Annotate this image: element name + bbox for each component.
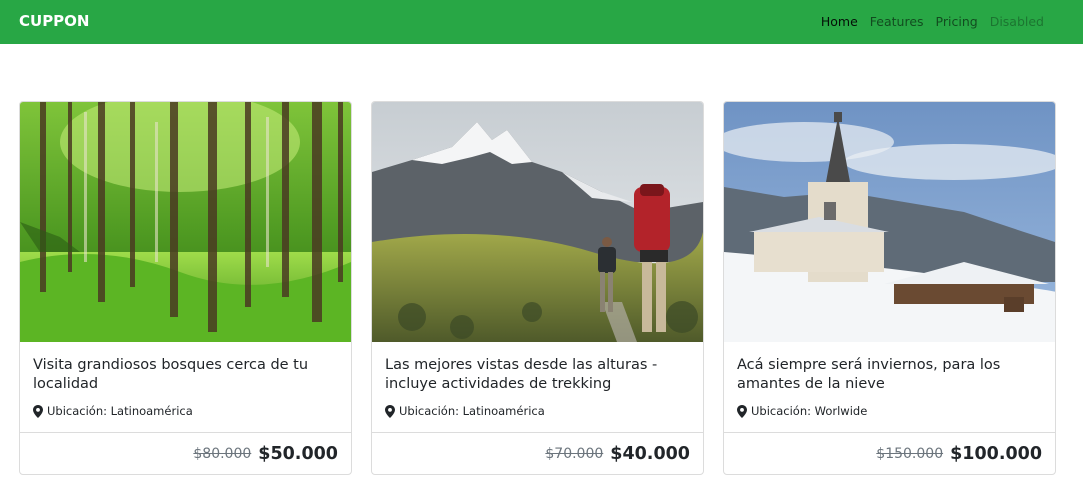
card-footer: $70.000 $40.000: [372, 432, 703, 474]
new-price: $50.000: [258, 443, 338, 464]
nav-link-home[interactable]: Home: [815, 14, 864, 29]
location-row: Ubicación: Worlwide: [737, 404, 1042, 418]
location-text: Ubicación: Latinoamérica: [47, 404, 193, 418]
brand-logo[interactable]: CUPPON: [19, 12, 89, 30]
location-text: Ubicación: Worlwide: [751, 404, 868, 418]
card-title: Las mejores vistas desde las alturas - i…: [385, 357, 658, 392]
location-row: Ubicación: Latinoamérica: [33, 404, 338, 418]
offer-card[interactable]: Las mejores vistas desde las alturas - i…: [371, 101, 704, 475]
mountain-hikers-image: [372, 102, 703, 342]
card-footer: $150.000 $100.000: [724, 432, 1055, 474]
location-row: Ubicación: Latinoamérica: [385, 404, 690, 418]
new-price: $40.000: [610, 443, 690, 464]
offer-card[interactable]: Visita grandiosos bosques cerca de tu lo…: [19, 101, 352, 475]
map-marker-icon: [385, 404, 395, 418]
nav-link-disabled: Disabled: [989, 14, 1044, 29]
nav-link-pricing[interactable]: Pricing: [930, 14, 984, 29]
card-deck: Visita grandiosos bosques cerca de tu lo…: [19, 101, 1057, 475]
card-body: Acá siempre será inviernos, para los ama…: [724, 342, 1055, 433]
old-price: $80.000: [193, 445, 252, 462]
card-body: Las mejores vistas desde las alturas - i…: [372, 342, 703, 433]
old-price: $150.000: [876, 445, 944, 462]
card-body: Visita grandiosos bosques cerca de tu lo…: [20, 342, 351, 433]
card-footer: $80.000 $50.000: [20, 432, 351, 474]
nav-links: Home Features Pricing Disabled: [815, 14, 1050, 29]
navbar: CUPPON Home Features Pricing Disabled: [0, 0, 1083, 44]
old-price: $70.000: [545, 445, 604, 462]
new-price: $100.000: [950, 443, 1042, 464]
card-title: Visita grandiosos bosques cerca de tu lo…: [33, 357, 309, 392]
snowy-church-image: [724, 102, 1055, 342]
nav-link-features[interactable]: Features: [864, 14, 930, 29]
forest-image: [20, 102, 351, 342]
location-text: Ubicación: Latinoamérica: [399, 404, 545, 418]
map-marker-icon: [33, 404, 43, 418]
map-marker-icon: [737, 404, 747, 418]
offer-card[interactable]: Acá siempre será inviernos, para los ama…: [723, 101, 1056, 475]
card-title: Acá siempre será inviernos, para los ama…: [737, 357, 1001, 392]
